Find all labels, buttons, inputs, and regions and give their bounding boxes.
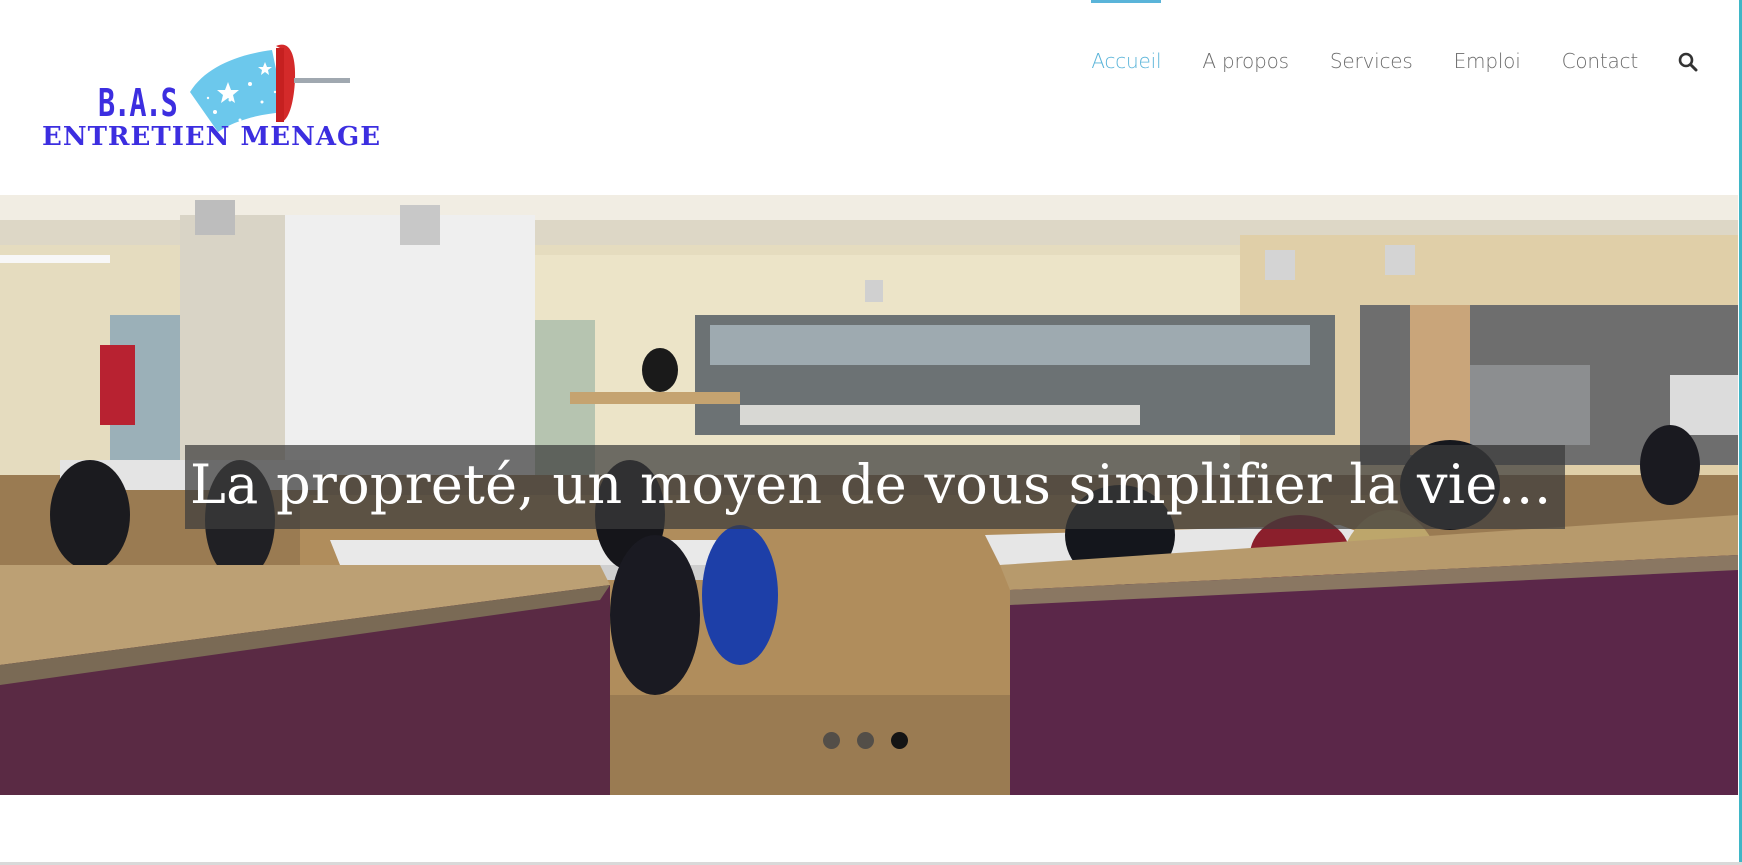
nav-item-emploi[interactable]: Emploi xyxy=(1454,0,1521,89)
main-nav: Accueil A propos Services Emploi Contact xyxy=(1050,0,1698,130)
site-logo[interactable]: B.A.S ENTRETIEN MENAGE xyxy=(40,40,380,155)
nav-item-services[interactable]: Services xyxy=(1330,0,1413,89)
slider-dot-1[interactable] xyxy=(823,732,840,749)
search-icon[interactable] xyxy=(1678,0,1698,76)
hero-slider[interactable]: La propreté, un moyen de vous simplifier… xyxy=(0,195,1738,795)
nav-item-contact[interactable]: Contact xyxy=(1562,0,1639,89)
logo-line-1: B.A.S xyxy=(98,81,178,125)
slide-caption: La propreté, un moyen de vous simplifier… xyxy=(190,453,1552,516)
logo-line-2: ENTRETIEN MENAGE xyxy=(42,122,382,152)
nav-item-a-propos[interactable]: A propos xyxy=(1202,0,1289,89)
slider-dot-2[interactable] xyxy=(857,732,874,749)
nav-item-accueil[interactable]: Accueil xyxy=(1091,0,1162,89)
slider-pagination xyxy=(823,732,925,749)
slider-dot-3[interactable] xyxy=(891,732,908,749)
site-header: B.A.S ENTRETIEN MENAGE Accueil A propos … xyxy=(0,0,1742,195)
